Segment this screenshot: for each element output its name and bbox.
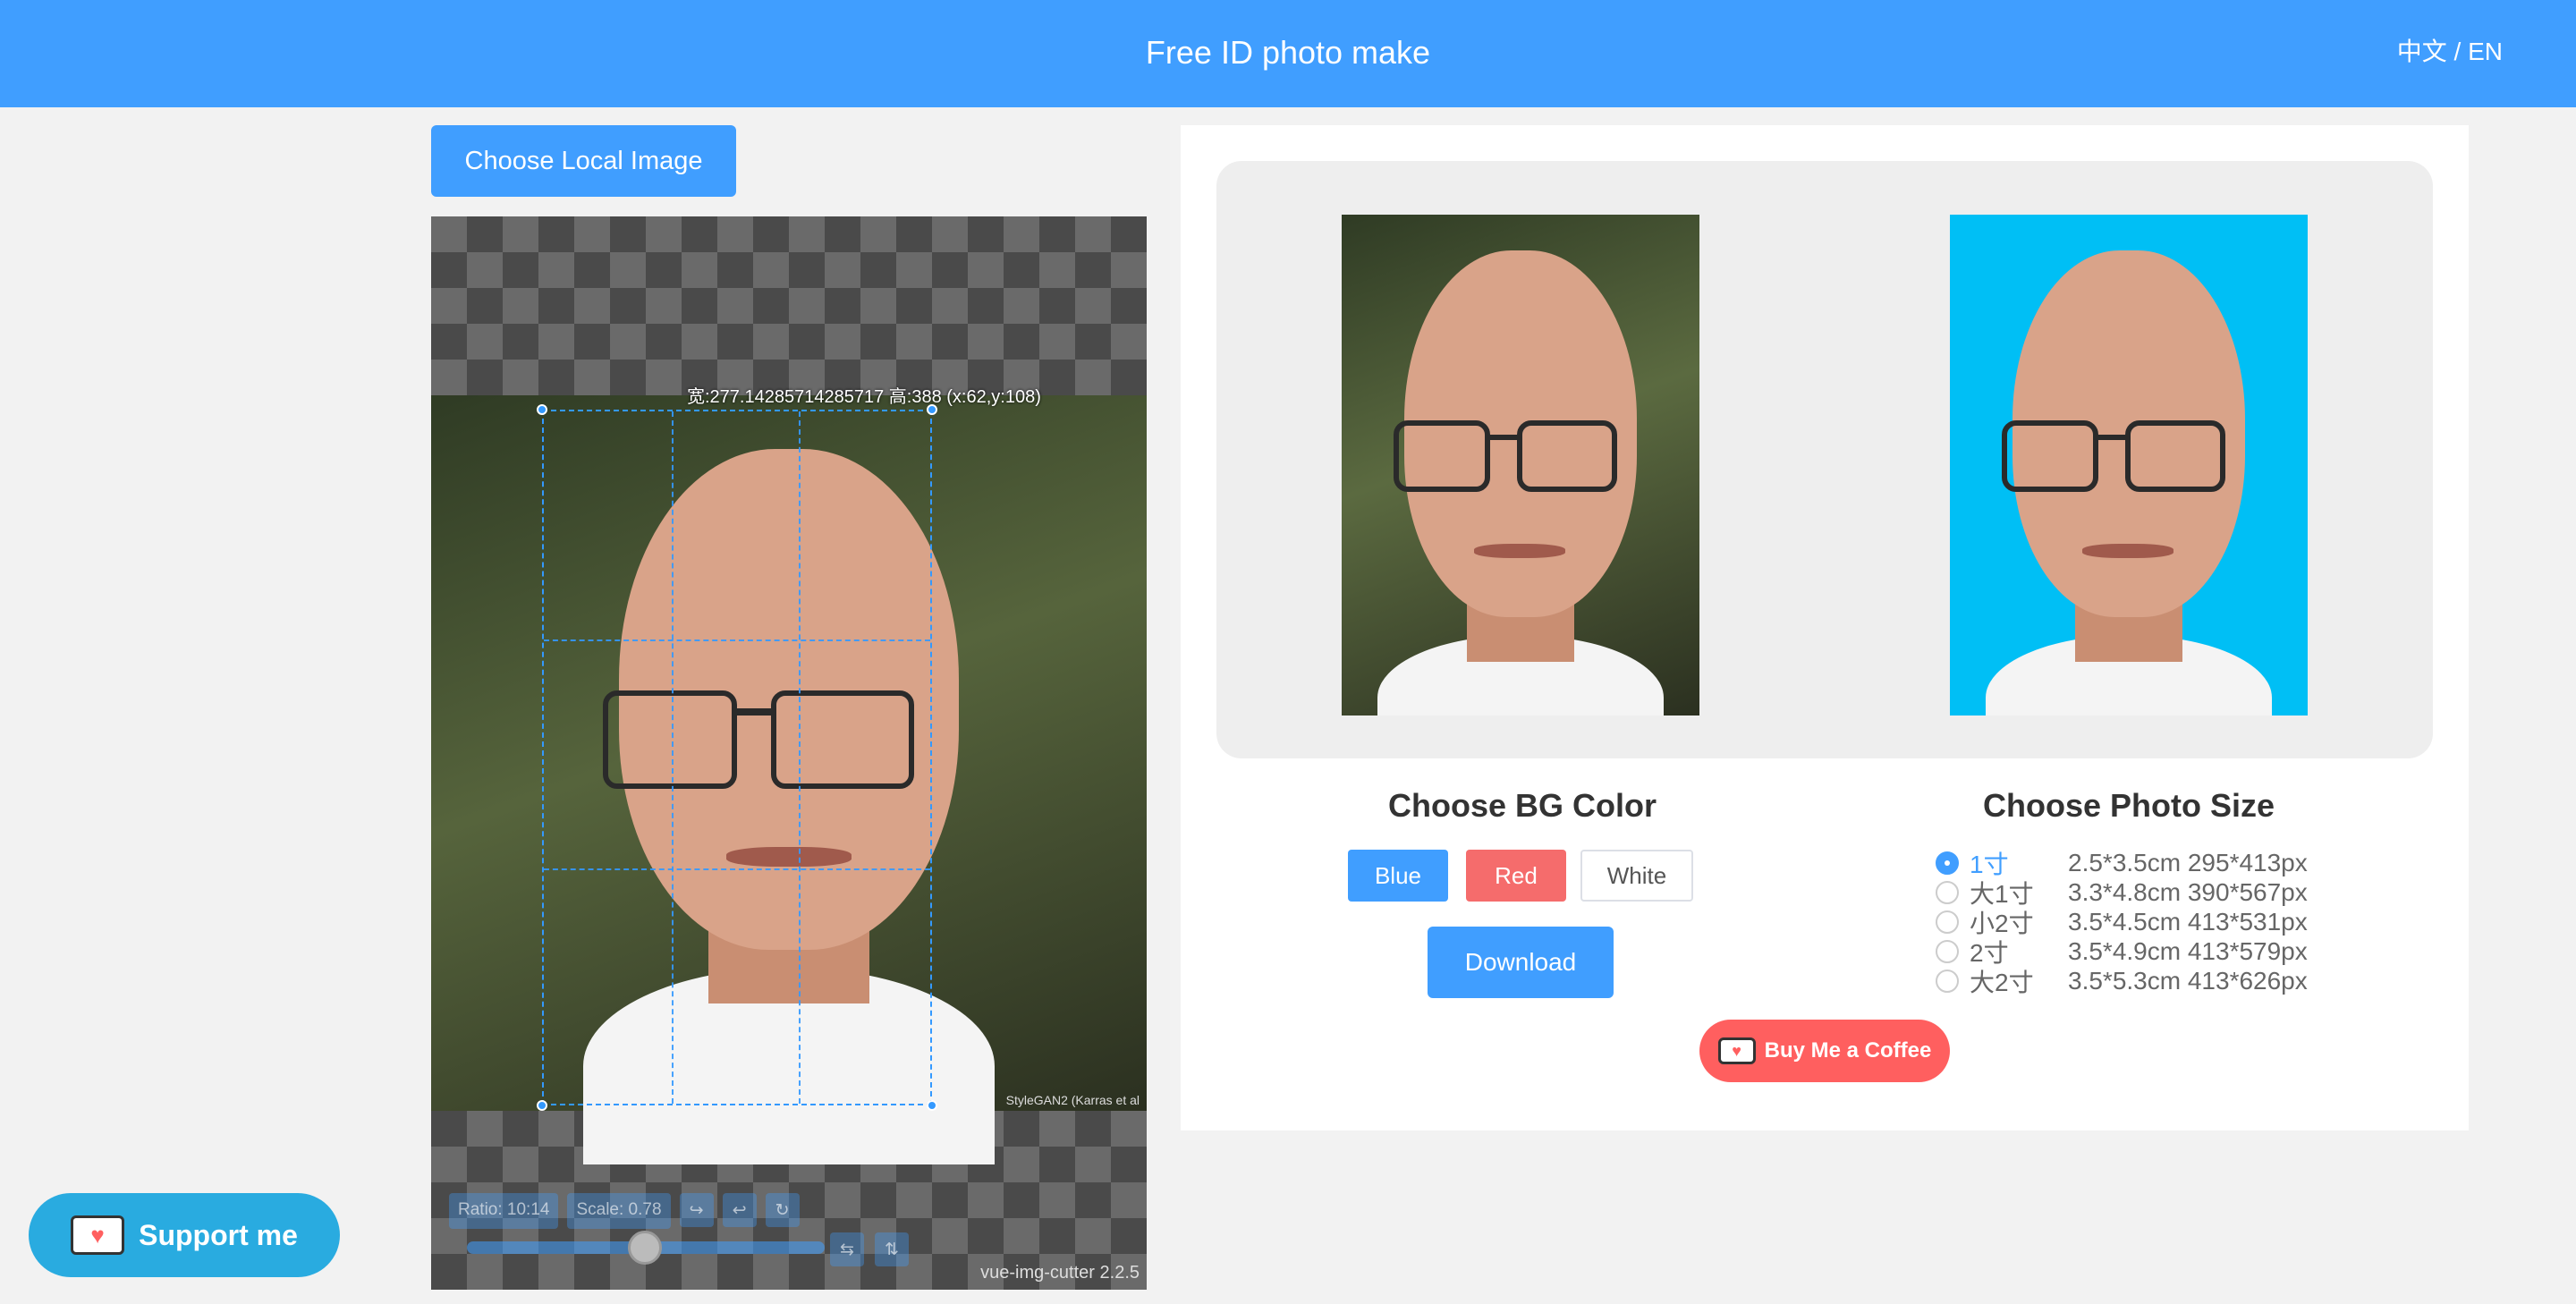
radio-icon[interactable] [1936, 910, 1959, 934]
result-preview [1950, 215, 2308, 716]
coffee-label: Buy Me a Coffee [1764, 1038, 1932, 1063]
cutter-version: vue-img-cutter 2.2.5 [980, 1263, 1140, 1283]
language-switch[interactable]: 中文 / EN [2397, 32, 2503, 68]
choose-local-image-button[interactable]: Choose Local Image [431, 125, 736, 197]
size-option-xiao2cun[interactable]: 小2寸 3.5*4.5cm 413*531px [1936, 907, 2308, 937]
result-panel: Choose BG Color Blue Red White Download … [1181, 125, 2469, 1130]
size-spec: 3.5*4.5cm 413*531px [2068, 907, 2308, 936]
size-name: 大2寸 [1970, 968, 2034, 996]
preview-container [1216, 161, 2433, 758]
bg-blue-button[interactable]: Blue [1348, 850, 1448, 902]
size-spec: 3.5*4.9cm 413*579px [2068, 936, 2308, 965]
coffee-cup-icon: ♥ [71, 1215, 125, 1255]
rotate-right-icon[interactable]: ↩ [722, 1193, 757, 1227]
rotate-left-icon[interactable]: ↪ [679, 1193, 714, 1227]
coffee-cup-icon: ♥ [1717, 1037, 1756, 1064]
buy-me-a-coffee-button[interactable]: ♥ Buy Me a Coffee [1699, 1020, 1950, 1082]
crop-grid-line [671, 411, 674, 1104]
bg-white-button[interactable]: White [1580, 850, 1693, 902]
crop-handle-bottom-right[interactable] [927, 1100, 937, 1111]
cutter-toolbar: Ratio: 10:14 Scale: 0.78 ↪ ↩ ↻ [449, 1193, 800, 1229]
size-option-da2cun[interactable]: 大2寸 3.5*5.3cm 413*626px [1936, 966, 2308, 996]
support-me-button[interactable]: ♥ Support me [29, 1193, 340, 1277]
crop-info-label: 宽:277.14285714285717 高:388 (x:62,y:108) [687, 387, 1041, 407]
original-preview [1342, 215, 1699, 716]
flip-horizontal-icon[interactable]: ⇆ [830, 1232, 864, 1266]
bg-red-button[interactable]: Red [1466, 850, 1566, 902]
face-illustration [1950, 215, 2308, 716]
crop-handle-top-right[interactable] [927, 404, 937, 415]
size-spec: 3.5*5.3cm 413*626px [2068, 966, 2308, 995]
top-bar: Free ID photo make 中文 / EN [0, 0, 2576, 107]
support-label: Support me [139, 1218, 298, 1251]
size-option-1cun[interactable]: 1寸 2.5*3.5cm 295*413px [1936, 848, 2308, 878]
crop-box[interactable] [542, 410, 932, 1105]
size-spec: 2.5*3.5cm 295*413px [2068, 848, 2308, 876]
face-illustration [1342, 215, 1699, 716]
ratio-label: Ratio: 10:14 [449, 1193, 559, 1229]
page-title: Free ID photo make [1145, 34, 1431, 71]
crop-handle-top-left[interactable] [537, 404, 547, 415]
size-option-2cun[interactable]: 2寸 3.5*4.9cm 413*579px [1936, 936, 2308, 967]
radio-icon[interactable] [1936, 969, 1959, 993]
crop-grid-line [544, 639, 930, 642]
size-option-da1cun[interactable]: 大1寸 3.3*4.8cm 390*567px [1936, 877, 2308, 908]
scale-label: Scale: 0.78 [567, 1193, 671, 1229]
flip-vertical-icon[interactable]: ⇅ [875, 1232, 909, 1266]
download-button[interactable]: Download [1428, 927, 1614, 998]
photo-size-title: Choose Photo Size [1983, 787, 2275, 824]
crop-grid-line [799, 411, 801, 1104]
crop-grid-line [544, 868, 930, 870]
radio-icon[interactable] [1936, 851, 1959, 875]
radio-icon[interactable] [1936, 880, 1959, 904]
image-cutter[interactable]: 宽:277.14285714285717 高:388 (x:62,y:108) … [431, 216, 1147, 1290]
scale-slider-thumb[interactable] [628, 1231, 662, 1265]
reset-icon[interactable]: ↻ [765, 1193, 800, 1227]
photo-size-list: 1寸 2.5*3.5cm 295*413px 大1寸 3.3*4.8cm 390… [1936, 848, 2308, 996]
source-watermark: StyleGAN2 (Karras et al [1005, 1093, 1140, 1107]
radio-icon[interactable] [1936, 939, 1959, 963]
crop-handle-bottom-left[interactable] [537, 1100, 547, 1111]
size-spec: 3.3*4.8cm 390*567px [2068, 877, 2308, 906]
bg-color-title: Choose BG Color [1388, 787, 1657, 824]
